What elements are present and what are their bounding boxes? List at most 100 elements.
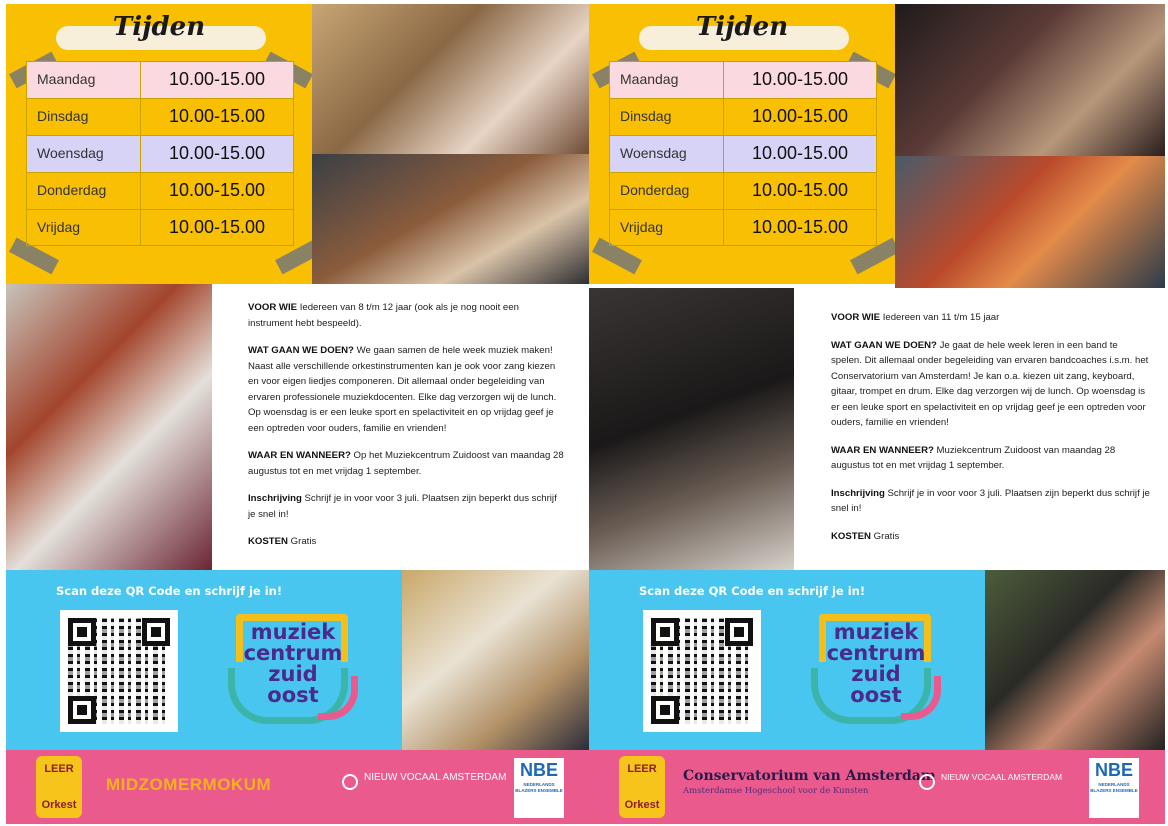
photo-violin-lesson xyxy=(312,154,591,284)
kosten-text: Gratis xyxy=(290,536,317,547)
conservatorium-logo: Conservatorium van Amsterdam xyxy=(683,768,936,784)
schedule-row: Dinsdag 10.00-15.00 xyxy=(609,98,877,135)
nieuw-vocaal-logo: NIEUW VOCAAL AMSTERDAM xyxy=(364,772,507,783)
nva-circle-icon xyxy=(919,774,935,790)
logo-line: oost xyxy=(267,683,319,707)
logo-text: Orkest xyxy=(624,799,660,811)
leer-orkest-logo: LEER Orkest xyxy=(619,756,665,818)
logo-text: Orkest xyxy=(41,799,77,811)
schedule-row: Woensdag 10.00-15.00 xyxy=(26,135,294,172)
hours-value: 10.00-15.00 xyxy=(168,217,266,237)
qr-finder-icon xyxy=(142,618,170,646)
schedule-row: Donderdag 10.00-15.00 xyxy=(26,172,294,209)
label-kosten: KOSTEN xyxy=(248,536,288,547)
conservatorium-subtitle: Amsterdamse Hogeschool voor de Kunsten xyxy=(683,786,869,796)
schedule-row: Maandag 10.00-15.00 xyxy=(609,61,877,98)
nieuw-vocaal-logo: NIEUW VOCAAL AMSTERDAM xyxy=(941,772,1063,782)
schedule-title: Tijden xyxy=(695,12,789,42)
flyer-band: Tijden Maandag 10.00-15.00 Dinsdag 10.00-1… xyxy=(589,4,1165,824)
qr-code[interactable] xyxy=(60,610,178,732)
day-label: Dinsdag xyxy=(610,99,724,135)
label-voor-wie: VOOR WIE xyxy=(248,302,298,313)
qr-finder-icon xyxy=(725,618,753,646)
leer-orkest-logo: LEER Orkest xyxy=(36,756,82,818)
schedule-panel: Tijden Maandag 10.00-15.00 Dinsdag 10.00-1… xyxy=(589,4,900,284)
photo-singers xyxy=(985,570,1165,750)
logo-wordmark: muziek centrum zuid oost xyxy=(228,622,358,706)
label-voor-wie: VOOR WIE xyxy=(831,312,881,323)
kosten-text: Gratis xyxy=(873,530,900,542)
day-label: Donderdag xyxy=(27,173,141,209)
hours-value: 10.00-15.00 xyxy=(168,69,266,89)
photo-stage-instruments xyxy=(895,4,1165,156)
schedule-row: Vrijdag 10.00-15.00 xyxy=(609,209,877,246)
label-waar: WAAR EN WANNEER? xyxy=(831,444,934,456)
label-wat: WAT GAAN WE DOEN? xyxy=(831,339,937,351)
hours-value: 10.00-15.00 xyxy=(168,143,266,163)
qr-cta: Scan deze QR Code en schrijf je in! xyxy=(56,584,283,598)
nbe-letters: NBE xyxy=(519,760,558,780)
nbe-subtitle: NEDERLANDS BLAZERS ENSEMBLE xyxy=(1090,782,1138,793)
logo-line: centrum xyxy=(826,641,926,665)
logo-text: LEER xyxy=(627,763,657,775)
schedule-panel: Tijden Maandag 10.00-15.00 Dinsdag 10.00-1… xyxy=(6,4,325,284)
hours-value: 10.00-15.00 xyxy=(751,143,849,163)
nbe-logo: NBE NEDERLANDS BLAZERS ENSEMBLE xyxy=(1089,758,1139,818)
voor-wie-text: Iedereen van 11 t/m 15 jaar xyxy=(882,312,1000,323)
hours-value: 10.00-15.00 xyxy=(751,180,849,200)
logo-line: muziek xyxy=(250,620,336,644)
qr-cta: Scan deze QR Code en schrijf je in! xyxy=(639,584,866,598)
hours-value: 10.00-15.00 xyxy=(751,217,849,237)
qr-finder-icon xyxy=(651,696,679,724)
photo-keyboard-player xyxy=(895,156,1165,288)
qr-panel: Scan deze QR Code en schrijf je in! muzi… xyxy=(589,570,985,750)
schedule-row: Vrijdag 10.00-15.00 xyxy=(26,209,294,246)
nbe-logo: NBE NEDERLANDS BLAZERS ENSEMBLE xyxy=(514,758,564,818)
muziekcentrum-logo: muziek centrum zuid oost xyxy=(811,610,941,730)
info-text: VOOR WIE Iedereen van 11 t/m 15 jaar WAT… xyxy=(831,310,1151,556)
nbe-letters: NBE xyxy=(1094,760,1133,780)
sponsor-bar: LEER Orkest MIDZOMERMOKUM NIEUW VOCAAL AM… xyxy=(6,750,591,824)
hours-value: 10.00-15.00 xyxy=(751,69,849,89)
schedule-table: Maandag 10.00-15.00 Dinsdag 10.00-15.00 Wo… xyxy=(609,61,877,246)
hours-value: 10.00-15.00 xyxy=(751,106,849,126)
nva-circle-icon xyxy=(342,774,358,790)
logo-line: zuid xyxy=(268,662,318,686)
logo-line: zuid xyxy=(851,662,901,686)
schedule-table: Maandag 10.00-15.00 Dinsdag 10.00-15.00 Wo… xyxy=(26,61,294,246)
schedule-row: Dinsdag 10.00-15.00 xyxy=(26,98,294,135)
photo-french-horn-kids xyxy=(402,570,591,750)
day-label: Woensdag xyxy=(610,136,724,172)
nbe-subtitle: NEDERLANDS BLAZERS ENSEMBLE xyxy=(515,782,563,793)
day-label: Maandag xyxy=(610,62,724,98)
hours-value: 10.00-15.00 xyxy=(168,180,266,200)
qr-finder-icon xyxy=(651,618,679,646)
day-label: Dinsdag xyxy=(27,99,141,135)
logo-wordmark: muziek centrum zuid oost xyxy=(811,622,941,706)
day-label: Maandag xyxy=(27,62,141,98)
day-label: Donderdag xyxy=(610,173,724,209)
label-wat: WAT GAAN WE DOEN? xyxy=(248,345,354,356)
info-text: VOOR WIE Iedereen van 8 t/m 12 jaar (ook… xyxy=(248,300,566,562)
qr-finder-icon xyxy=(68,618,96,646)
muziekcentrum-logo: muziek centrum zuid oost xyxy=(228,610,358,730)
photo-harp-players xyxy=(312,4,591,154)
day-label: Vrijdag xyxy=(27,210,141,245)
logo-line: centrum xyxy=(243,641,343,665)
label-waar: WAAR EN WANNEER? xyxy=(248,450,351,461)
day-label: Woensdag xyxy=(27,136,141,172)
flyer-orchestra: Tijden Maandag 10.00-15.00 Dinsdag 10.00-1… xyxy=(6,4,591,824)
schedule-row: Maandag 10.00-15.00 xyxy=(26,61,294,98)
photo-violin-girl xyxy=(6,284,212,570)
label-kosten: KOSTEN xyxy=(831,530,871,542)
wat-text: Je gaat de hele week leren in een band t… xyxy=(831,339,1149,429)
logo-line: muziek xyxy=(833,620,919,644)
qr-code[interactable] xyxy=(643,610,761,732)
hours-value: 10.00-15.00 xyxy=(168,106,266,126)
label-inschrijving: Inschrijving xyxy=(248,493,302,504)
qr-panel: Scan deze QR Code en schrijf je in! muzi… xyxy=(6,570,402,750)
sponsor-bar: LEER Orkest Conservatorium van Amsterdam … xyxy=(589,750,1165,824)
wat-text: We gaan samen de hele week muziek maken!… xyxy=(248,345,557,434)
midzomer-mokum-logo: MIDZOMERMOKUM xyxy=(106,775,272,794)
qr-finder-icon xyxy=(68,696,96,724)
